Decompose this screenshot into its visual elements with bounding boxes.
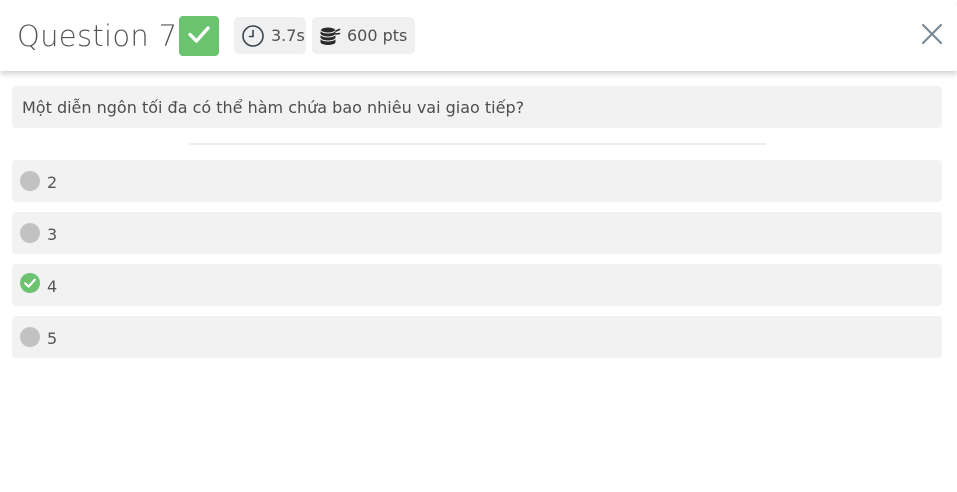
answer-option[interactable]: 2 bbox=[12, 160, 942, 202]
correct-status-badge bbox=[179, 16, 219, 56]
answer-label: 4 bbox=[47, 276, 58, 296]
answer-option[interactable]: 3 bbox=[12, 212, 942, 254]
check-icon bbox=[186, 21, 212, 51]
question-text-box: Một diễn ngôn tối đa có thể hàm chứa bao… bbox=[12, 86, 942, 128]
radio-marker[interactable] bbox=[20, 223, 40, 243]
points-badge: 600 pts bbox=[312, 17, 415, 54]
radio-marker[interactable] bbox=[20, 171, 40, 191]
radio-circle-icon[interactable] bbox=[20, 171, 40, 191]
answer-label: 3 bbox=[47, 224, 58, 244]
answer-label: 2 bbox=[47, 172, 58, 192]
radio-marker[interactable] bbox=[20, 327, 40, 347]
radio-circle-icon[interactable] bbox=[20, 327, 40, 347]
check-circle-icon[interactable] bbox=[20, 273, 40, 297]
close-button[interactable] bbox=[917, 21, 947, 51]
points-value: 600 pts bbox=[347, 26, 408, 45]
coins-icon bbox=[319, 25, 341, 47]
radio-circle-icon[interactable] bbox=[20, 223, 40, 243]
correct-marker[interactable] bbox=[20, 273, 40, 297]
answer-label: 5 bbox=[47, 328, 58, 348]
question-text: Một diễn ngôn tối đa có thể hàm chứa bao… bbox=[22, 97, 525, 117]
answer-option[interactable]: 5 bbox=[12, 316, 942, 358]
divider bbox=[189, 143, 766, 145]
time-badge: 3.7s bbox=[234, 17, 306, 54]
close-icon[interactable] bbox=[921, 23, 943, 49]
question-header: Question 7 3.7s 600 pts bbox=[0, 0, 957, 71]
time-value: 3.7s bbox=[271, 26, 305, 45]
question-title: Question 7 bbox=[17, 19, 178, 53]
answer-option-correct[interactable]: 4 bbox=[12, 264, 942, 306]
clock-icon bbox=[241, 24, 265, 48]
